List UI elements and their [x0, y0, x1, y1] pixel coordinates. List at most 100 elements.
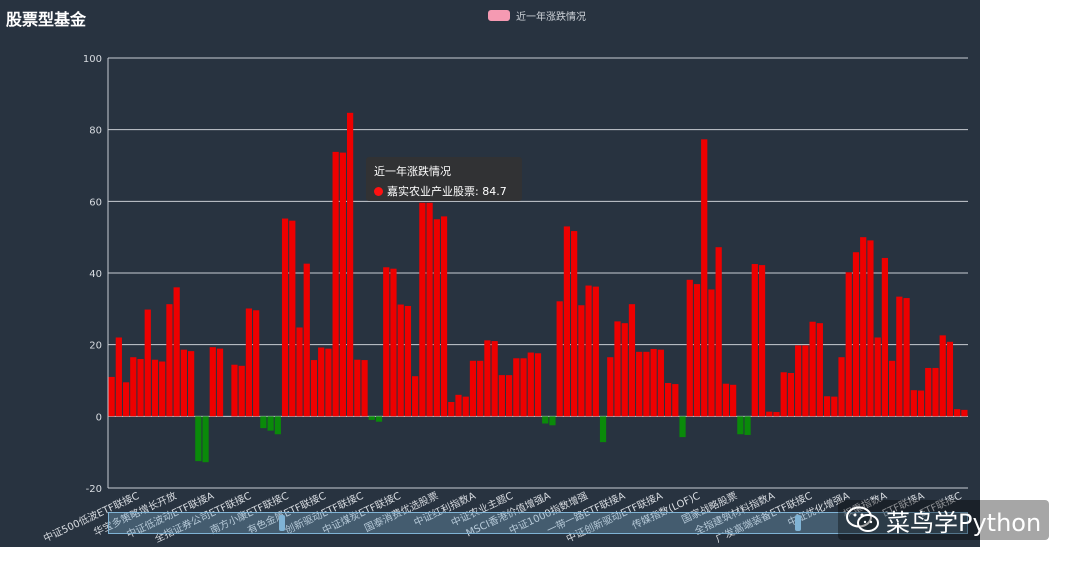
bar[interactable] — [209, 347, 216, 417]
bar[interactable] — [585, 285, 592, 417]
bar[interactable] — [404, 305, 412, 417]
bar[interactable] — [455, 394, 462, 417]
bar[interactable] — [838, 357, 845, 417]
bar[interactable] — [195, 416, 202, 462]
bar[interactable] — [664, 383, 672, 417]
bar[interactable] — [122, 382, 130, 417]
bar[interactable] — [180, 349, 187, 417]
bar[interactable] — [889, 360, 896, 417]
bar[interactable] — [477, 360, 484, 417]
bar[interactable] — [462, 396, 469, 417]
bar[interactable] — [845, 272, 852, 417]
bar[interactable] — [202, 416, 209, 463]
bar[interactable] — [166, 304, 173, 417]
bar[interactable] — [722, 383, 730, 417]
bar[interactable] — [925, 367, 932, 417]
bar[interactable] — [852, 252, 860, 417]
bar[interactable] — [693, 284, 701, 417]
bar[interactable] — [571, 231, 578, 417]
bar[interactable] — [787, 372, 795, 417]
bar[interactable] — [260, 416, 267, 429]
bar[interactable] — [188, 351, 195, 417]
bar[interactable] — [267, 416, 274, 431]
bar[interactable] — [780, 372, 787, 417]
bar[interactable] — [766, 411, 773, 417]
bar[interactable] — [440, 216, 448, 417]
bar[interactable] — [737, 416, 744, 435]
bar[interactable] — [954, 409, 961, 417]
bar[interactable] — [556, 301, 563, 417]
bar[interactable] — [281, 218, 289, 417]
bar[interactable] — [419, 202, 426, 417]
bar[interactable] — [592, 286, 599, 417]
bar[interactable] — [144, 309, 151, 417]
bar[interactable] — [816, 323, 823, 417]
bar[interactable] — [802, 345, 809, 417]
bar[interactable] — [917, 390, 925, 417]
bar[interactable] — [831, 396, 838, 417]
bar[interactable] — [296, 327, 303, 417]
bar[interactable] — [310, 360, 318, 417]
bar[interactable] — [383, 267, 390, 417]
bar[interactable] — [397, 304, 404, 417]
bar[interactable] — [245, 308, 253, 417]
bar[interactable] — [939, 335, 946, 417]
bar[interactable] — [881, 257, 888, 417]
bar[interactable] — [130, 357, 137, 417]
bar[interactable] — [903, 298, 910, 417]
bar[interactable] — [159, 361, 166, 417]
bar[interactable] — [412, 376, 419, 417]
bar[interactable] — [274, 416, 281, 435]
bar[interactable] — [542, 416, 549, 424]
bar[interactable] — [549, 416, 556, 426]
bar[interactable] — [527, 352, 534, 417]
bar[interactable] — [469, 360, 477, 417]
bar[interactable] — [686, 279, 693, 417]
bar[interactable] — [715, 247, 722, 417]
bar[interactable] — [679, 416, 686, 438]
bar[interactable] — [773, 412, 780, 417]
bar[interactable] — [795, 345, 802, 417]
bar[interactable] — [657, 349, 664, 417]
bar[interactable] — [151, 359, 159, 417]
bar[interactable] — [361, 360, 368, 417]
bar[interactable] — [758, 265, 766, 417]
bar[interactable] — [426, 202, 433, 417]
bar[interactable] — [115, 337, 122, 417]
bar[interactable] — [491, 341, 498, 417]
bar[interactable] — [607, 357, 614, 417]
bar[interactable] — [730, 384, 737, 417]
bar[interactable] — [339, 152, 346, 417]
bar[interactable] — [946, 341, 954, 417]
bar[interactable] — [643, 351, 650, 417]
bar[interactable] — [867, 240, 874, 417]
bar[interactable] — [173, 287, 180, 417]
bar[interactable] — [108, 376, 115, 417]
bar[interactable] — [614, 321, 621, 417]
bar[interactable] — [216, 348, 224, 417]
bar[interactable] — [701, 139, 708, 417]
bar[interactable] — [636, 351, 643, 417]
bar[interactable] — [599, 416, 607, 443]
bar[interactable] — [303, 263, 310, 417]
bar[interactable] — [520, 358, 527, 417]
bar[interactable] — [578, 305, 585, 417]
bar[interactable] — [672, 384, 679, 417]
bar[interactable] — [621, 323, 628, 417]
zoom-start-handle[interactable] — [279, 515, 285, 531]
bar[interactable] — [751, 264, 758, 417]
bar[interactable] — [375, 416, 383, 422]
bar[interactable] — [289, 220, 296, 417]
bar[interactable] — [896, 296, 903, 417]
bar[interactable] — [809, 321, 816, 417]
bar[interactable] — [231, 364, 238, 417]
bar[interactable] — [253, 310, 260, 417]
bar[interactable] — [354, 359, 361, 417]
bar[interactable] — [137, 359, 144, 417]
bar[interactable] — [368, 416, 375, 420]
bar[interactable] — [318, 347, 325, 417]
bar[interactable] — [910, 390, 917, 417]
bar[interactable] — [534, 353, 542, 417]
bar[interactable] — [390, 268, 397, 417]
bar[interactable] — [448, 402, 455, 417]
